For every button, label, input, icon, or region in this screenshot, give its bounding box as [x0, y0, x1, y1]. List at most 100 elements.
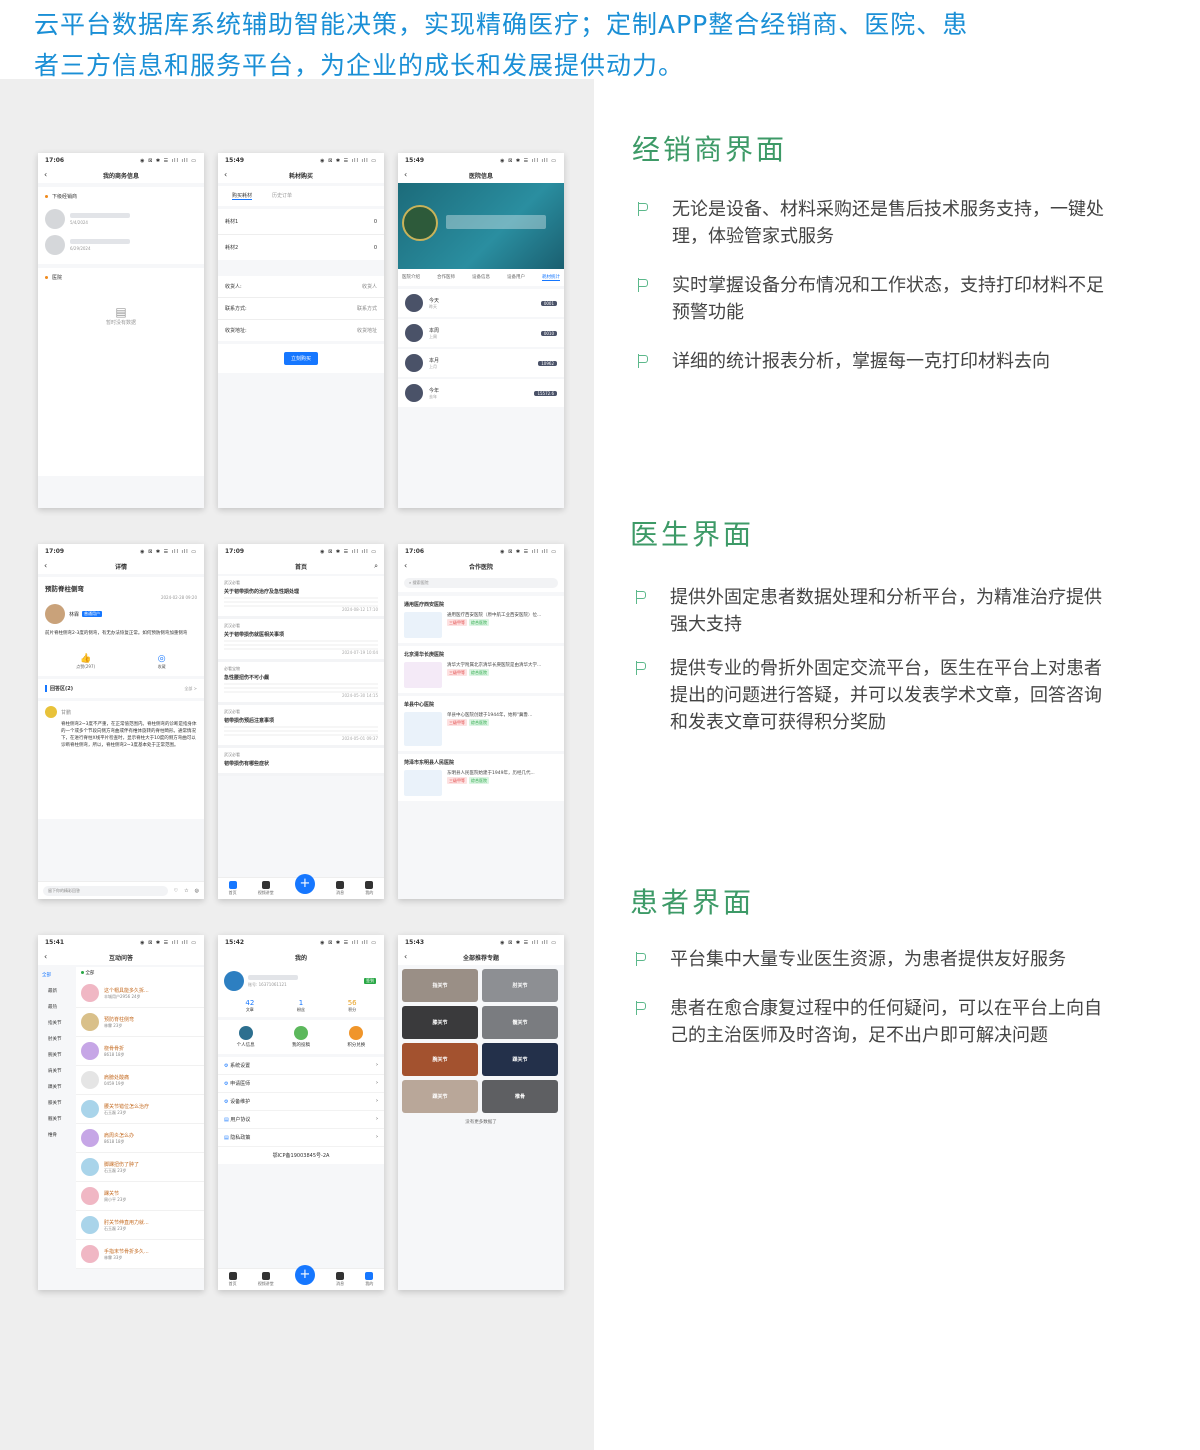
- topic-tile[interactable]: 腕关节: [402, 1043, 478, 1076]
- category-item[interactable]: 肩关节: [38, 1063, 76, 1079]
- buy-now-button[interactable]: 立刻购买: [283, 352, 318, 365]
- category-item[interactable]: 膝关节: [38, 1095, 76, 1111]
- hospital-card[interactable]: 菏泽市东明县人民医院 东明县人民医院始建于1949年，历经几代... 三级甲等 综合医…: [398, 754, 564, 801]
- topic-tile[interactable]: 踝关节: [482, 1043, 558, 1076]
- tab-device-users[interactable]: 设备用户: [507, 274, 525, 281]
- topic-tile[interactable]: 肘关节: [482, 969, 558, 1002]
- view-all-link[interactable]: 全部 >: [184, 686, 197, 692]
- contact-field[interactable]: 联系方式: 联系方式: [218, 298, 384, 320]
- nav-home[interactable]: 首页: [228, 881, 237, 896]
- list-item[interactable]: 肩周炎怎么办 8618 18岁: [76, 1124, 204, 1153]
- tab-buy[interactable]: 购买耗材: [232, 192, 253, 200]
- category-item[interactable]: 腕关节: [38, 1047, 76, 1063]
- hospital-banner: [398, 183, 564, 269]
- list-item[interactable]: 这个帽具能多久拆... 丰城用户2956 24岁: [76, 979, 204, 1008]
- menu-privacy-policy[interactable]: ▤ 隐私政策 ›: [218, 1129, 384, 1147]
- points-exchange-button[interactable]: 积分兑换: [347, 1026, 365, 1048]
- topic-tile[interactable]: 椎骨: [482, 1080, 558, 1113]
- news-item[interactable]: 必看宝物 急性腰扭伤不可小觑 2024-05-30 14:15: [218, 662, 384, 705]
- list-item[interactable]: 肘关节伸直用力就... 石玉磊 23岁: [76, 1211, 204, 1240]
- personal-info-button[interactable]: 个人信息: [237, 1026, 255, 1048]
- phone-question-detail: 17:09 ◉ ⊠ ✱ ☰ ıll ıll ▭ ‹ 详情 预防脊柱侧弯 2024-0…: [38, 544, 204, 899]
- back-icon[interactable]: ‹: [44, 170, 47, 179]
- avatar: [224, 971, 244, 991]
- news-item[interactable]: 武汉必看 韧带损伤有哪些症状: [218, 748, 384, 776]
- tab-doctors[interactable]: 合作医师: [437, 274, 455, 281]
- category-item[interactable]: 最热: [38, 999, 76, 1015]
- list-item[interactable]: 踝关节 周小平 23岁: [76, 1182, 204, 1211]
- list-item[interactable]: 腰关节错位怎么治疗 石玉磊 23岁: [76, 1095, 204, 1124]
- address-field[interactable]: 收货地址: 收货地址: [218, 320, 384, 341]
- menu-user-agreement[interactable]: ▤ 用户协议 ›: [218, 1111, 384, 1129]
- stat-articles[interactable]: 42 文章: [245, 999, 254, 1013]
- screen-title: 详情: [114, 564, 127, 571]
- material-row[interactable]: 耗材2 0: [218, 235, 384, 260]
- nav-video[interactable]: 视频讲堂: [258, 1272, 274, 1287]
- menu-apply-doctor[interactable]: ⚙ 申请医师 ›: [218, 1075, 384, 1093]
- home-icon: [228, 881, 237, 889]
- topic-tile[interactable]: 膝关节: [402, 1006, 478, 1039]
- back-icon[interactable]: ‹: [224, 170, 227, 179]
- category-item[interactable]: 指关节: [38, 1015, 76, 1031]
- category-item[interactable]: 最新: [38, 983, 76, 999]
- list-item[interactable]: 脚踝扭伤了肿了 石玉磊 23岁: [76, 1153, 204, 1182]
- nav-messages[interactable]: 消息: [336, 1272, 345, 1287]
- sign-in-button[interactable]: 签到: [364, 978, 376, 984]
- material-row[interactable]: 耗材1 0: [218, 209, 384, 235]
- back-icon[interactable]: ‹: [404, 170, 407, 179]
- hospital-card[interactable]: 单县中心医院 单县中心医院创建于1944年，始称"冀鲁... 三级甲等 综合医院: [398, 696, 564, 751]
- back-icon[interactable]: ‹: [44, 952, 47, 961]
- no-more-data-text: 没有更多数据了: [465, 1120, 497, 1125]
- news-item[interactable]: 武汉必看 关于韧带损伤的治疗及急性期处理 2024-08-12 17:10: [218, 576, 384, 619]
- star-icon[interactable]: ☆: [184, 888, 188, 894]
- category-all[interactable]: 全部: [38, 967, 76, 983]
- search-icon[interactable]: ⌕: [374, 562, 378, 571]
- stat-points[interactable]: 56 积分: [348, 999, 357, 1013]
- list-item[interactable]: 5/4/2024: [38, 206, 204, 232]
- topic-tile[interactable]: 踝关节: [402, 1080, 478, 1113]
- category-sidebar: 全部 最新 最热 指关节 肘关节 腕关节 肩关节 踝关节 膝关节 髋关节 椎骨: [38, 967, 76, 1269]
- nav-me[interactable]: 我的: [365, 881, 374, 896]
- hospital-card[interactable]: 通用医疗西安医院 通用医疗西安医院（原中航工业西安医院）位... 三级甲等 综合医院: [398, 596, 564, 643]
- reply-input[interactable]: 留下你的精彩回答: [43, 885, 168, 896]
- category-item[interactable]: 椎骨: [38, 1127, 76, 1143]
- back-icon[interactable]: ‹: [404, 561, 407, 570]
- nav-messages[interactable]: 消息: [336, 881, 345, 896]
- list-item[interactable]: 桡骨骨折 8618 18岁: [76, 1037, 204, 1066]
- my-posts-button[interactable]: 我的投稿: [292, 1026, 310, 1048]
- nav-add[interactable]: +: [294, 1264, 315, 1285]
- list-item[interactable]: 6/29/2024: [38, 232, 204, 258]
- category-item[interactable]: 踝关节: [38, 1079, 76, 1095]
- stat-fans[interactable]: 1 粉丝: [297, 999, 305, 1013]
- back-icon[interactable]: ‹: [44, 561, 47, 570]
- hospital-search-input[interactable]: ⌕ 搜索医院: [404, 578, 558, 588]
- like-button[interactable]: 👍 点赞(297): [76, 654, 95, 670]
- list-item[interactable]: 手指末节骨折多久... 林霖 33岁: [76, 1240, 204, 1269]
- hospital-card[interactable]: 北京清华长庚医院 清华大学附属北京清华长庚医院是由清华大学... 三级甲等 综合医院: [398, 646, 564, 693]
- tab-devices[interactable]: 设备信息: [472, 274, 490, 281]
- menu-device-maintenance[interactable]: ⚙ 设备维护 ›: [218, 1093, 384, 1111]
- tab-history[interactable]: 历史订单: [272, 192, 292, 200]
- like-icon[interactable]: ♡: [174, 888, 178, 894]
- share-icon[interactable]: ◎: [195, 888, 199, 894]
- receiver-field[interactable]: 收货人: 收货人: [218, 276, 384, 298]
- nav-home[interactable]: 首页: [228, 1272, 237, 1287]
- news-item[interactable]: 武汉必看 韧带损伤预后注意事项 2024-05-01 09:37: [218, 705, 384, 748]
- topic-tile[interactable]: 指关节: [402, 969, 478, 1002]
- news-item[interactable]: 武汉必看 关于韧带损伤就医相关事项 2024-07-19 10:04: [218, 619, 384, 662]
- nav-me[interactable]: 我的: [365, 1272, 374, 1287]
- tab-material-stats[interactable]: 耗材统计: [542, 274, 560, 281]
- list-item[interactable]: 肩膀处酸痛 0459 19岁: [76, 1066, 204, 1095]
- menu-system-settings[interactable]: ⚙ 系统设置 ›: [218, 1057, 384, 1075]
- nav-video[interactable]: 视频讲堂: [258, 881, 274, 896]
- nav-add[interactable]: +: [294, 873, 315, 894]
- category-item[interactable]: 肘关节: [38, 1031, 76, 1047]
- list-item[interactable]: 预防脊柱侧弯 林霖 23岁: [76, 1008, 204, 1037]
- back-icon[interactable]: ‹: [404, 952, 407, 961]
- user-icon: [365, 1272, 374, 1280]
- category-item[interactable]: 髋关节: [38, 1111, 76, 1127]
- collect-button[interactable]: ◎ 收藏: [158, 654, 166, 670]
- topic-tile[interactable]: 髋关节: [482, 1006, 558, 1039]
- tab-intro[interactable]: 医院介绍: [402, 274, 420, 281]
- stats-icon: [405, 294, 423, 312]
